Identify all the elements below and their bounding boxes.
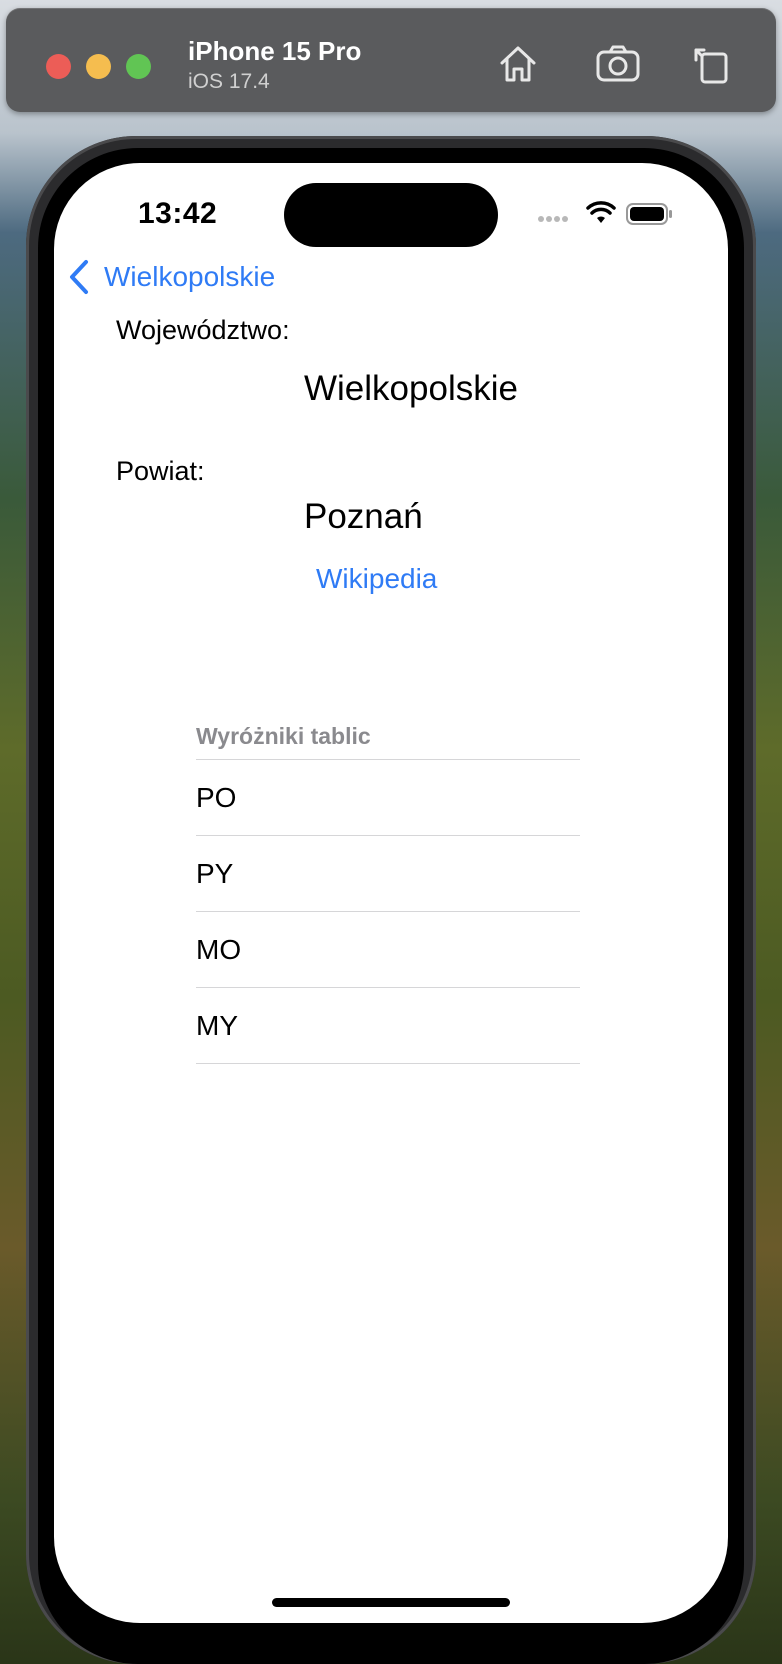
device-screen: 13:42 Wielkopolskie Województwo: Wielkop… <box>54 163 728 1623</box>
county-label: Powiat: <box>116 456 205 486</box>
list-section-header: Wyróżniki tablic <box>196 713 580 760</box>
home-indicator[interactable] <box>272 1598 510 1607</box>
voivodeship-label: Województwo: <box>116 315 290 345</box>
list-item[interactable]: PY <box>196 836 580 912</box>
wifi-icon <box>586 201 616 223</box>
os-version: iOS 17.4 <box>188 70 270 93</box>
voivodeship-value: Wielkopolskie <box>304 369 518 408</box>
cellular-signal-icon <box>538 209 574 222</box>
list-item[interactable]: MY <box>196 988 580 1064</box>
county-value: Poznań <box>304 497 423 536</box>
status-icons <box>538 199 678 229</box>
list-item[interactable]: MO <box>196 912 580 988</box>
back-button-label: Wielkopolskie <box>104 261 276 292</box>
status-time: 13:42 <box>138 197 218 230</box>
list-item[interactable]: PO <box>196 760 580 836</box>
screenshot-icon[interactable] <box>592 38 644 90</box>
minimize-window-button[interactable] <box>86 54 111 79</box>
dynamic-island <box>284 183 498 247</box>
device-name: iPhone 15 Pro <box>188 36 362 66</box>
plate-codes-list: Wyróżniki tablic PO PY MO MY <box>196 713 580 1064</box>
battery-icon <box>626 203 672 225</box>
simulator-toolbar: iPhone 15 Pro iOS 17.4 <box>6 8 776 112</box>
home-icon[interactable] <box>492 38 544 90</box>
chevron-left-icon <box>70 260 88 294</box>
zoom-window-button[interactable] <box>126 54 151 79</box>
back-button[interactable]: Wielkopolskie <box>66 255 275 299</box>
wikipedia-link[interactable]: Wikipedia <box>316 563 437 595</box>
close-window-button[interactable] <box>46 54 71 79</box>
rotate-icon[interactable] <box>686 38 738 90</box>
